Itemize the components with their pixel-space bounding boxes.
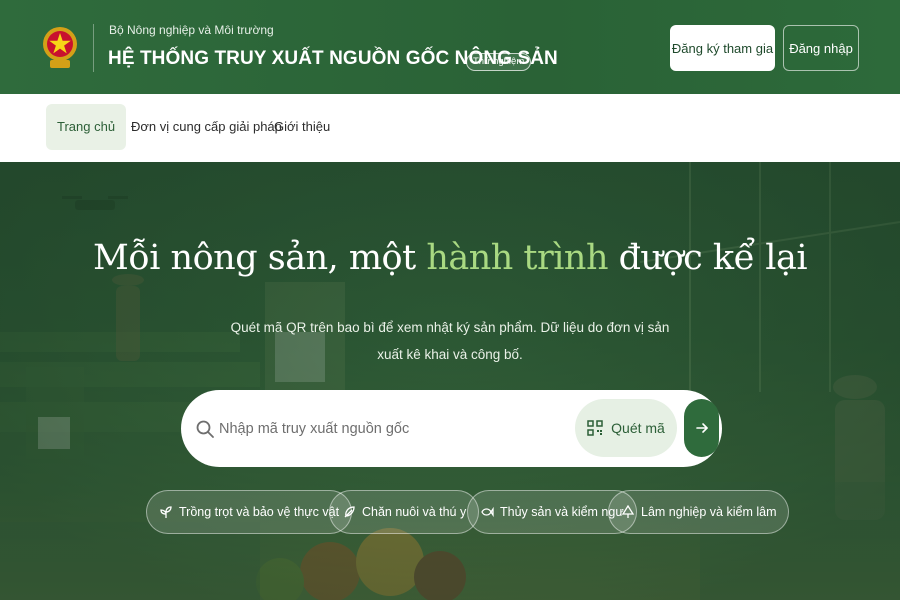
search-icon (196, 420, 214, 438)
fish-icon (481, 506, 494, 518)
hero-subtext: Quét mã QR trên bao bì để xem nhật ký sả… (230, 320, 670, 362)
nav-item-about[interactable]: Giới thiệu (274, 104, 330, 150)
top-header: Bộ Nông nghiệp và Môi trường HỆ THỐNG TR… (0, 0, 900, 94)
scan-code-button[interactable]: Quét mã (575, 399, 677, 457)
arrow-right-icon (695, 423, 708, 433)
main-nav: Trang chủ Đơn vị cung cấp giải pháp Giới… (0, 94, 900, 162)
chip-label: Chăn nuôi và thú y (362, 505, 467, 519)
login-button[interactable]: Đăng nhập (783, 25, 859, 71)
register-button[interactable]: Đăng ký tham gia (670, 25, 775, 71)
scan-code-label: Quét mã (611, 420, 665, 436)
chip-label: Trồng trọt và bảo vệ thực vật (179, 505, 340, 519)
nav-item-solution-providers[interactable]: Đơn vị cung cấp giải pháp (131, 104, 282, 150)
sprout-icon (160, 506, 172, 518)
hero-overlay (0, 162, 900, 600)
headline-part-1: Mỗi nông sản, một (92, 238, 427, 278)
headline-accent: hành trình (426, 238, 609, 278)
headline-part-2: được kể lại (608, 238, 808, 278)
feather-icon (344, 506, 355, 518)
trial-badge: Thử nghiệm (466, 53, 532, 71)
header-divider (93, 24, 94, 72)
national-emblem-icon (43, 27, 77, 68)
tree-icon (621, 505, 635, 518)
ministry-name: Bộ Nông nghiệp và Môi trường (109, 23, 274, 37)
nav-item-home[interactable]: Trang chủ (46, 104, 127, 150)
category-chip-forestry[interactable]: Lâm nghiệp và kiểm lâm (608, 490, 790, 534)
category-chip-crops[interactable]: Trồng trọt và bảo vệ thực vật (146, 490, 353, 534)
hero-headline: Mỗi nông sản, một hành trình được kể lại (0, 238, 900, 278)
chip-label: Thủy sản và kiểm ngư (500, 505, 624, 519)
qr-scan-icon (587, 420, 603, 436)
chip-label: Lâm nghiệp và kiểm lâm (641, 505, 777, 519)
search-submit-button[interactable] (684, 399, 719, 457)
hero-section (0, 162, 900, 600)
search-input[interactable] (219, 410, 559, 448)
category-chip-livestock[interactable]: Chăn nuôi và thú y (329, 490, 480, 534)
